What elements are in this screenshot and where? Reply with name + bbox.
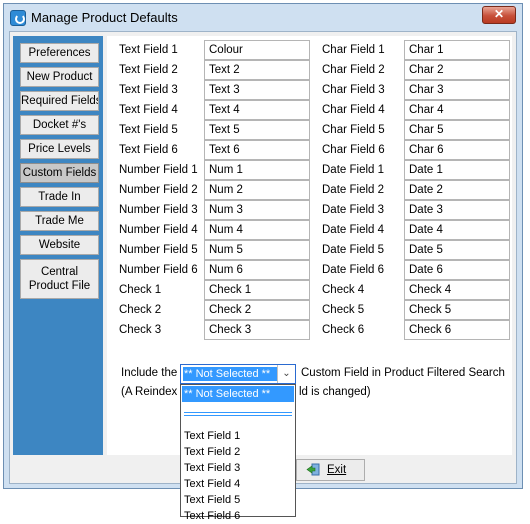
sidebar: Preferences New Product Required Fields Doc…	[13, 36, 103, 455]
field-name-input[interactable]: Check 6	[404, 320, 510, 340]
field-name-input[interactable]: Check 2	[204, 300, 310, 320]
field-label: Text Field 3	[119, 84, 178, 96]
field-name-input[interactable]: Num 2	[204, 180, 310, 200]
field-name-input[interactable]: Num 6	[204, 260, 310, 280]
field-label: Text Field 1	[119, 44, 178, 56]
field-label: Number Field 2	[119, 184, 198, 196]
dropdown-option[interactable]: Text Field 4	[182, 476, 294, 492]
field-label: Number Field 6	[119, 264, 198, 276]
field-label: Number Field 3	[119, 204, 198, 216]
field-label: Date Field 1	[322, 164, 385, 176]
field-label: Date Field 4	[322, 224, 385, 236]
field-label: Check 1	[119, 284, 162, 296]
field-name-input[interactable]: Char 6	[404, 140, 510, 160]
field-label: Char Field 6	[322, 144, 385, 156]
field-label: Char Field 5	[322, 124, 385, 136]
field-name-input[interactable]: Num 4	[204, 220, 310, 240]
field-label: Char Field 1	[322, 44, 385, 56]
sidebar-item-docket-s[interactable]: Docket #'s	[20, 115, 99, 135]
field-name-input[interactable]: Char 1	[404, 40, 510, 60]
field-name-input[interactable]: Check 4	[404, 280, 510, 300]
field-name-input[interactable]: Char 2	[404, 60, 510, 80]
field-label: Number Field 1	[119, 164, 198, 176]
field-label: Number Field 5	[119, 244, 198, 256]
custom-field-search-select[interactable]: ** Not Selected ** ⌄	[180, 364, 296, 384]
sidebar-item-website[interactable]: Website	[20, 235, 99, 255]
field-name-input[interactable]: Num 5	[204, 240, 310, 260]
field-name-input[interactable]: Check 1	[204, 280, 310, 300]
field-name-input[interactable]: Text 4	[204, 100, 310, 120]
field-name-input[interactable]: Date 4	[404, 220, 510, 240]
field-name-input[interactable]: Date 2	[404, 180, 510, 200]
sidebar-item-required-fields[interactable]: Required Fields	[20, 91, 99, 111]
reindex-note-start: (A Reindex	[121, 386, 178, 398]
app-icon	[10, 10, 26, 26]
field-label: Text Field 4	[119, 104, 178, 116]
exit-button[interactable]: Exit	[296, 459, 365, 481]
field-label: Date Field 2	[322, 184, 385, 196]
close-button[interactable]: ✕	[482, 6, 516, 24]
field-name-input[interactable]: Date 5	[404, 240, 510, 260]
field-label: Text Field 6	[119, 144, 178, 156]
field-label: Char Field 3	[322, 84, 385, 96]
select-current-value: ** Not Selected **	[183, 367, 277, 381]
dropdown-option[interactable]: ** Not Selected **	[182, 386, 294, 402]
field-name-input[interactable]: Text 6	[204, 140, 310, 160]
exit-icon	[306, 463, 320, 476]
field-name-input[interactable]: Date 6	[404, 260, 510, 280]
include-label: Include the	[121, 367, 178, 379]
dropdown-option[interactable]: Text Field 5	[182, 492, 294, 508]
sidebar-item-preferences[interactable]: Preferences	[20, 43, 99, 63]
sidebar-item-price-levels[interactable]: Price Levels	[20, 139, 99, 159]
dropdown-option[interactable]: Text Field 3	[182, 460, 294, 476]
field-name-input[interactable]: Date 3	[404, 200, 510, 220]
chevron-down-icon[interactable]: ⌄	[277, 365, 295, 383]
field-label: Check 6	[322, 324, 365, 336]
field-label: Date Field 5	[322, 244, 385, 256]
field-label: Check 2	[119, 304, 162, 316]
field-label: Date Field 3	[322, 204, 385, 216]
field-label: Check 5	[322, 304, 365, 316]
sidebar-item-central-product-file[interactable]: Central Product File	[20, 259, 99, 299]
field-label: Check 3	[119, 324, 162, 336]
include-suffix-label: Custom Field in Product Filtered Search	[301, 367, 505, 379]
title-bar: Manage Product Defaults ✕	[4, 4, 522, 31]
field-name-input[interactable]: Date 1	[404, 160, 510, 180]
field-label: Number Field 4	[119, 224, 198, 236]
field-label: Check 4	[322, 284, 365, 296]
exit-label: Exit	[327, 464, 347, 476]
sidebar-item-custom-fields[interactable]: Custom Fields	[20, 163, 99, 183]
field-label: Text Field 2	[119, 64, 178, 76]
custom-fields-panel: Text Field 1 Colour Text Field 2 Text 2 Text…	[107, 36, 512, 522]
field-name-input[interactable]: Char 3	[404, 80, 510, 100]
custom-field-dropdown-list: ** Not Selected ** Text Field 1 Text Field…	[180, 384, 296, 522]
sidebar-item-trade-me[interactable]: Trade Me	[20, 211, 99, 231]
dropdown-option[interactable]: Text Field 6	[182, 508, 294, 524]
field-name-input[interactable]: Check 3	[204, 320, 310, 340]
field-name-input[interactable]: Check 5	[404, 300, 510, 320]
reindex-note-end: ld is changed)	[299, 386, 371, 398]
field-label: Text Field 5	[119, 124, 178, 136]
field-label: Char Field 4	[322, 104, 385, 116]
field-label: Date Field 6	[322, 264, 385, 276]
sidebar-item-trade-in[interactable]: Trade In	[20, 187, 99, 207]
sidebar-item-new-product[interactable]: New Product	[20, 67, 99, 87]
dropdown-separator	[184, 412, 292, 416]
field-name-input[interactable]: Colour	[204, 40, 310, 60]
field-name-input[interactable]: Char 5	[404, 120, 510, 140]
field-name-input[interactable]: Text 3	[204, 80, 310, 100]
field-name-input[interactable]: Text 5	[204, 120, 310, 140]
dropdown-option[interactable]: Text Field 1	[182, 428, 294, 444]
field-name-input[interactable]: Num 1	[204, 160, 310, 180]
field-label: Char Field 2	[322, 64, 385, 76]
field-name-input[interactable]: Num 3	[204, 200, 310, 220]
dropdown-option[interactable]: Text Field 2	[182, 444, 294, 460]
window-title: Manage Product Defaults	[31, 10, 178, 25]
field-name-input[interactable]: Text 2	[204, 60, 310, 80]
manage-product-defaults-window: Manage Product Defaults ✕ Preferences New…	[3, 3, 523, 522]
client-area: Preferences New Product Required Fields Doc…	[9, 31, 517, 522]
field-name-input[interactable]: Char 4	[404, 100, 510, 120]
